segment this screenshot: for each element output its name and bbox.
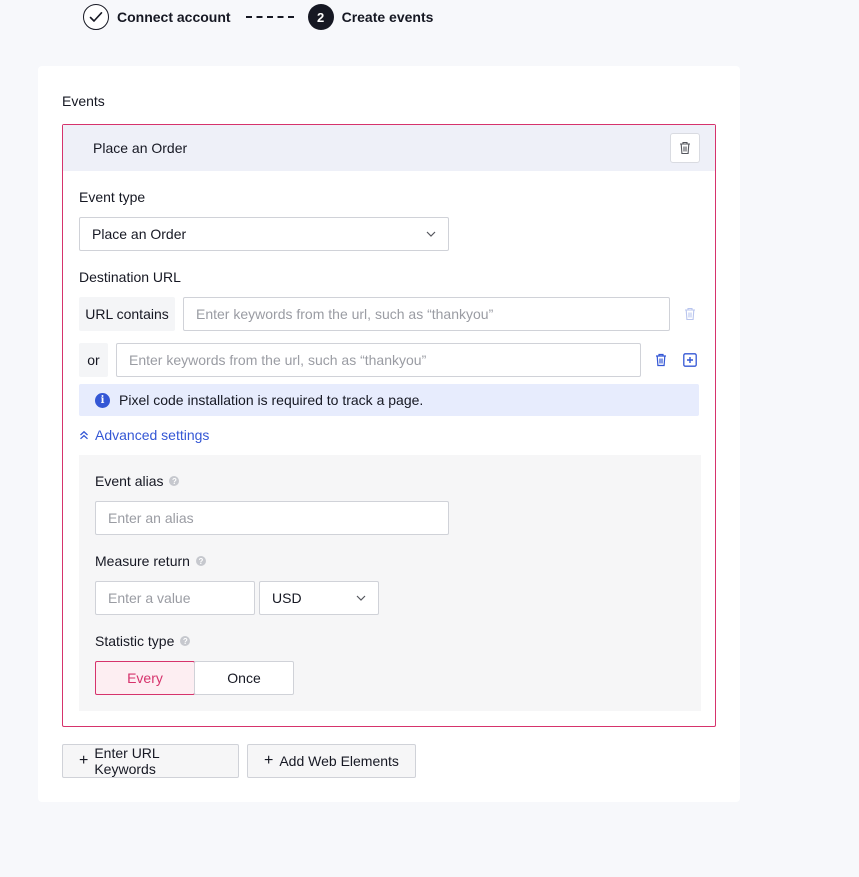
- step-label-create-events: Create events: [341, 9, 434, 25]
- url-keyword-input-1[interactable]: Enter keywords from the url, such as “th…: [183, 297, 670, 331]
- url-keyword-input-2[interactable]: Enter keywords from the url, such as “th…: [116, 343, 641, 377]
- events-card: Events Place an Order Event type Place a…: [38, 66, 740, 802]
- help-icon[interactable]: ?: [169, 476, 180, 486]
- url-contains-prefix: URL contains: [79, 297, 175, 331]
- event-type-value: Place an Order: [92, 226, 187, 242]
- event-type-select[interactable]: Place an Order: [79, 217, 449, 251]
- step-label-connect-account: Connect account: [117, 9, 231, 25]
- step-connector: [245, 16, 294, 18]
- statistic-type-label: Statistic type ?: [95, 633, 191, 649]
- trash-icon: [685, 307, 695, 321]
- advanced-settings-panel: Event alias ? Enter an alias Measure ret…: [79, 455, 701, 711]
- destination-url-label: Destination URL: [79, 269, 181, 285]
- delete-url-rule-button[interactable]: [652, 351, 670, 369]
- event-header-title: Place an Order: [93, 140, 188, 156]
- event-alias-input[interactable]: Enter an alias: [95, 501, 449, 535]
- plus-icon: +: [79, 752, 89, 769]
- pixel-info-banner: i Pixel code installation is required to…: [79, 384, 699, 416]
- chevron-down-icon: [426, 231, 436, 237]
- section-title: Events: [62, 93, 105, 109]
- enter-url-keywords-label: Enter URL Keywords: [94, 745, 160, 777]
- trash-icon: [656, 353, 666, 367]
- advanced-settings-label: Advanced settings: [95, 427, 210, 443]
- advanced-settings-toggle[interactable]: Advanced settings: [79, 427, 209, 443]
- currency-select[interactable]: USD: [259, 581, 379, 615]
- event-item: Place an Order Event type Place an Order…: [62, 124, 716, 727]
- measure-return-label: Measure return ?: [95, 553, 206, 569]
- help-icon[interactable]: ?: [195, 556, 206, 566]
- chevron-down-icon: [356, 595, 366, 601]
- event-header: Place an Order: [63, 125, 715, 171]
- info-icon: i: [95, 392, 110, 408]
- pixel-info-text: Pixel code installation is required to t…: [119, 392, 424, 408]
- help-icon[interactable]: ?: [180, 636, 191, 646]
- event-type-label: Event type: [79, 189, 146, 205]
- statistic-once-option[interactable]: Once: [194, 661, 294, 695]
- step-number-badge: 2: [307, 4, 334, 30]
- delete-event-button[interactable]: [670, 133, 700, 163]
- plus-square-icon: [683, 353, 697, 367]
- double-chevron-up-icon: [80, 430, 88, 440]
- or-prefix: or: [79, 343, 108, 377]
- trash-icon: [680, 141, 690, 155]
- delete-url-rule-button-disabled: [681, 305, 699, 323]
- event-alias-label: Event alias ?: [95, 473, 180, 489]
- currency-value: USD: [272, 590, 302, 606]
- add-web-elements-button[interactable]: + Add Web Elements: [247, 744, 416, 778]
- add-url-rule-button[interactable]: [681, 351, 699, 369]
- measure-return-input[interactable]: Enter a value: [95, 581, 255, 615]
- progress-stepper: Connect account 2 Create events: [83, 4, 433, 30]
- add-web-elements-label: Add Web Elements: [279, 753, 399, 769]
- enter-url-keywords-button[interactable]: + Enter URL Keywords: [62, 744, 239, 778]
- plus-icon: +: [264, 752, 274, 769]
- step-complete-check-icon: [83, 4, 109, 30]
- statistic-every-option[interactable]: Every: [95, 661, 195, 695]
